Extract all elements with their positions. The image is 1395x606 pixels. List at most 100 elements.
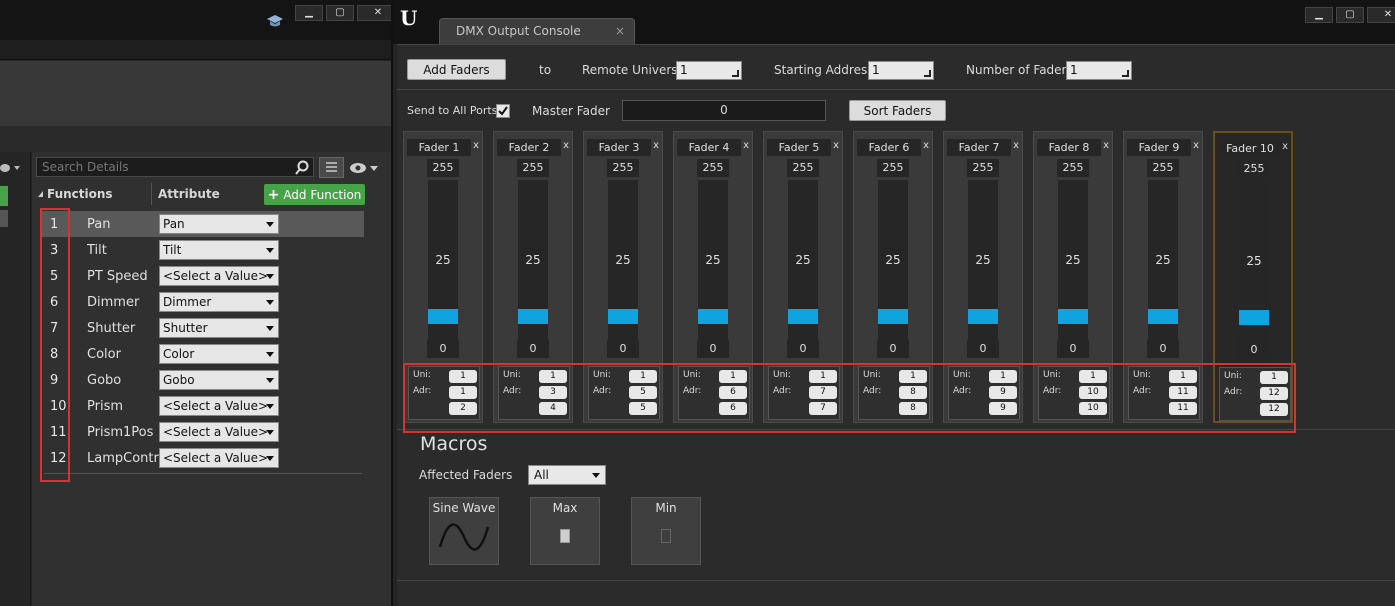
fader-track[interactable]: 25 (428, 180, 458, 340)
remove-fader-icon[interactable]: x (923, 140, 929, 151)
fader-handle[interactable] (788, 309, 818, 324)
address-end-field[interactable]: 9 (989, 402, 1017, 415)
address-start-field[interactable]: 11 (1169, 386, 1197, 399)
function-row[interactable]: 7 Shutter Shutter (42, 315, 364, 341)
send-to-all-ports-checkbox[interactable] (496, 104, 510, 118)
fader-handle[interactable] (968, 309, 998, 324)
fader-max-value[interactable]: 255 (1238, 160, 1270, 178)
universe-field[interactable]: 1 (539, 370, 567, 383)
fader-min-value[interactable]: 0 (607, 340, 639, 358)
universe-field[interactable]: 1 (1079, 370, 1107, 383)
fader-name[interactable]: Fader 2 (497, 139, 561, 156)
eye-icon[interactable] (0, 162, 22, 177)
fader-handle[interactable] (608, 309, 638, 324)
universe-field[interactable]: 1 (629, 370, 657, 383)
close-button[interactable]: ✕ (1367, 7, 1395, 23)
remove-fader-icon[interactable]: x (563, 140, 569, 151)
master-fader-field[interactable]: 0 (622, 100, 826, 121)
address-end-field[interactable]: 6 (719, 402, 747, 415)
attribute-select[interactable]: Gobo (159, 370, 279, 390)
address-start-field[interactable]: 10 (1079, 386, 1107, 399)
min-macro-button[interactable]: Min (631, 497, 701, 565)
max-macro-button[interactable]: Max (530, 497, 600, 565)
address-end-field[interactable]: 11 (1169, 402, 1197, 415)
fader-name[interactable]: Fader 8 (1037, 139, 1101, 156)
add-button-fragment[interactable] (0, 186, 8, 206)
address-end-field[interactable]: 10 (1079, 402, 1107, 415)
fader-strip[interactable]: Fader 1 x 255 25 0 Uni: Adr: 1 1 2 (403, 131, 483, 423)
fader-max-value[interactable]: 255 (877, 159, 909, 177)
fader-min-value[interactable]: 0 (1147, 340, 1179, 358)
fader-max-value[interactable]: 255 (967, 159, 999, 177)
fader-strip[interactable]: Fader 7 x 255 25 0 Uni: Adr: 1 9 9 (943, 131, 1023, 423)
attribute-select[interactable]: Pan (159, 214, 279, 234)
function-row[interactable]: 9 Gobo Gobo (42, 367, 364, 393)
fader-name[interactable]: Fader 10 (1218, 140, 1282, 157)
fader-name[interactable]: Fader 6 (857, 139, 921, 156)
remove-fader-icon[interactable]: x (1013, 140, 1019, 151)
universe-field[interactable]: 1 (899, 370, 927, 383)
fader-handle[interactable] (878, 309, 908, 324)
address-end-field[interactable]: 12 (1260, 403, 1288, 416)
remove-fader-icon[interactable]: x (473, 140, 479, 151)
fader-strip[interactable]: Fader 8 x 255 25 0 Uni: Adr: 1 10 10 (1033, 131, 1113, 423)
fader-max-value[interactable]: 255 (1147, 159, 1179, 177)
universe-field[interactable]: 1 (989, 370, 1017, 383)
fader-strip[interactable]: Fader 4 x 255 25 0 Uni: Adr: 1 6 6 (673, 131, 753, 423)
collapse-arrow-icon[interactable] (38, 191, 43, 197)
fader-strip[interactable]: Fader 5 x 255 25 0 Uni: Adr: 1 7 7 (763, 131, 843, 423)
fader-max-value[interactable]: 255 (1057, 159, 1089, 177)
fader-min-value[interactable]: 0 (1057, 340, 1089, 358)
universe-field[interactable]: 1 (809, 370, 837, 383)
remove-fader-icon[interactable]: x (743, 140, 749, 151)
fader-name[interactable]: Fader 3 (587, 139, 651, 156)
address-start-field[interactable]: 8 (899, 386, 927, 399)
attribute-select[interactable]: <Select a Value> (159, 396, 279, 416)
fader-strip[interactable]: Fader 6 x 255 25 0 Uni: Adr: 1 8 8 (853, 131, 933, 423)
fader-min-value[interactable]: 0 (967, 340, 999, 358)
starting-address-field[interactable]: 1 (868, 61, 934, 80)
address-start-field[interactable]: 7 (809, 386, 837, 399)
remove-fader-icon[interactable]: x (1103, 140, 1109, 151)
fader-handle[interactable] (428, 309, 458, 324)
address-end-field[interactable]: 2 (449, 402, 477, 415)
attribute-select[interactable]: Tilt (159, 240, 279, 260)
sine-wave-macro-button[interactable]: Sine Wave (429, 497, 499, 565)
fader-name[interactable]: Fader 4 (677, 139, 741, 156)
address-start-field[interactable]: 1 (449, 386, 477, 399)
attribute-select[interactable]: <Select a Value> (159, 448, 279, 468)
fader-name[interactable]: Fader 9 (1127, 139, 1191, 156)
attribute-select[interactable]: Color (159, 344, 279, 364)
attribute-select[interactable]: <Select a Value> (159, 422, 279, 442)
function-row[interactable]: 1 Pan Pan (42, 211, 364, 237)
fader-track[interactable]: 25 (1239, 181, 1269, 341)
fader-track[interactable]: 25 (788, 180, 818, 340)
remove-fader-icon[interactable]: x (653, 140, 659, 151)
address-end-field[interactable]: 8 (899, 402, 927, 415)
function-row[interactable]: 8 Color Color (42, 341, 364, 367)
remote-universe-field[interactable]: 1 (676, 61, 742, 80)
close-button[interactable]: ✕ (357, 5, 391, 21)
function-row[interactable]: 11 Prism1Pos <Select a Value> (42, 419, 364, 445)
number-of-faders-field[interactable]: 1 (1066, 61, 1132, 80)
fader-strip[interactable]: Fader 2 x 255 25 0 Uni: Adr: 1 3 4 (493, 131, 573, 423)
fader-max-value[interactable]: 255 (697, 159, 729, 177)
fader-track[interactable]: 25 (1058, 180, 1088, 340)
remove-fader-icon[interactable]: x (833, 140, 839, 151)
sort-faders-button[interactable]: Sort Faders (849, 100, 946, 121)
minimize-button[interactable]: ▁ (295, 5, 323, 21)
fader-track[interactable]: 25 (698, 180, 728, 340)
fader-min-value[interactable]: 0 (787, 340, 819, 358)
tab-dmx-output-console[interactable]: DMX Output Console × (439, 18, 635, 44)
fader-track[interactable]: 25 (878, 180, 908, 340)
search-details-input[interactable]: Search Details (36, 157, 314, 177)
address-start-field[interactable]: 5 (629, 386, 657, 399)
remove-fader-icon[interactable]: x (1282, 141, 1288, 152)
fader-handle[interactable] (698, 309, 728, 324)
attribute-select[interactable]: <Select a Value> (159, 266, 279, 286)
fader-handle[interactable] (1058, 309, 1088, 324)
address-start-field[interactable]: 6 (719, 386, 747, 399)
fader-name[interactable]: Fader 5 (767, 139, 831, 156)
universe-field[interactable]: 1 (719, 370, 747, 383)
visibility-options-icon[interactable] (349, 161, 379, 178)
